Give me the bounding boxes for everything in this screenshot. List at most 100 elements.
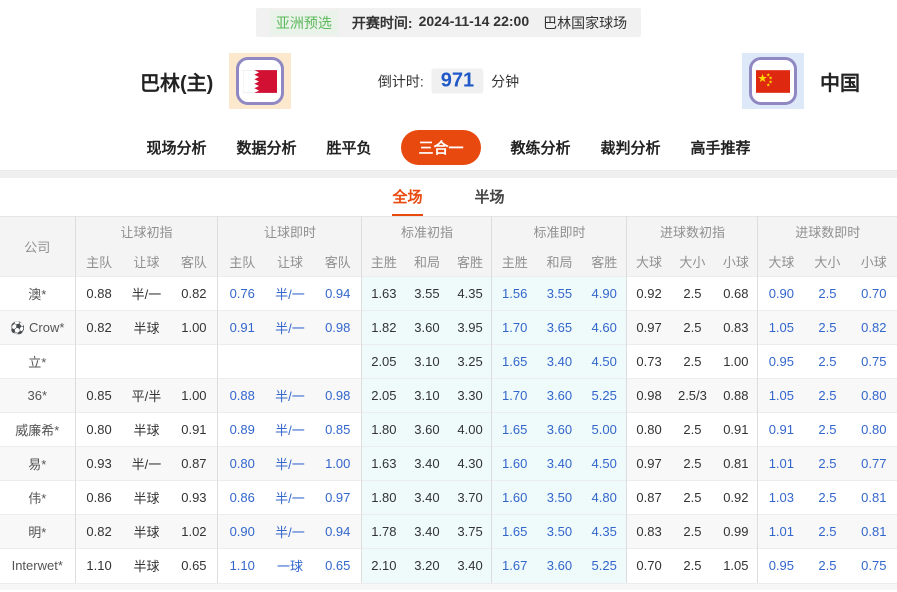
nav-tab-referee-analysis[interactable]: 裁判分析 [601,130,661,165]
top-info-strip: 亚洲预选 开赛时间: 2024-11-14 22:00 巴林国家球场 [0,0,897,37]
odds-cell: 3.40 [405,480,449,515]
sub-header-2-1: 主队 [217,246,266,277]
table-row: ⚽ Crow* 0.82 半球 1.00 0.91 半/一 0.98 1.82 3.60 3.95 1… [0,310,897,345]
away-team-name: 中国 [820,72,860,95]
kickoff-label: 开赛时间: [351,14,413,31]
odds-cell: 1.00 [170,378,218,413]
odds-cell: 4.30 [448,446,492,481]
nav-tab-coach-analysis[interactable]: 教练分析 [511,130,571,165]
odds-cell: 半球 [122,310,171,345]
odds-cell: 1.80 [361,412,406,447]
odds-cell: 0.98 [626,378,671,413]
odds-cell: 0.82 [170,276,218,311]
odds-cell: 0.91 [757,412,805,447]
odds-cell: 5.25 [581,548,627,583]
odds-cell: 0.97 [313,480,362,515]
odds-cell: 0.73 [626,344,671,379]
company-name: 澳* [0,276,75,311]
nav-tab-data-analysis[interactable]: 数据分析 [236,130,296,165]
odds-table-body: 澳* 0.88 半/一 0.82 0.76 半/一 0.94 1.63 3.55 4.35 1.56… [0,276,897,583]
odds-cell: 4.35 [581,514,627,549]
odds-cell: 4.50 [581,344,627,379]
odds-cell: 0.80 [850,412,897,447]
odds-cell: 0.82 [74,310,123,345]
home-flag-tile [229,53,292,109]
odds-cell: 0.85 [74,378,123,413]
odds-cell: 0.70 [850,276,897,311]
nav-tabs: 现场分析 数据分析 胜平负 三合一 教练分析 裁判分析 高手推荐 [0,125,897,171]
odds-cell: 3.40 [536,446,582,481]
company-name: 威廉希* [0,412,75,447]
odds-cell [265,344,314,379]
odds-cell: 0.65 [170,548,218,583]
odds-cell: 1.80 [361,480,406,515]
sub-header-3-2: 和局 [405,246,449,277]
odds-cell: 1.10 [74,548,123,583]
odds-cell: 0.70 [626,548,671,583]
odds-cell: 2.5 [804,514,851,549]
sub-header-2-3: 客队 [313,246,362,277]
nav-tab-live-analysis[interactable]: 现场分析 [146,130,206,165]
odds-cell: 1.63 [361,446,406,481]
odds-cell: 2.05 [361,344,406,379]
odds-cell: 5.00 [581,412,627,447]
table-row: 威廉希* 0.80 半球 0.91 0.89 半/一 0.85 1.80 3.60 4.00 1.6… [0,412,897,447]
odds-cell: 1.05 [714,548,758,583]
odds-cell: 1.56 [491,276,537,311]
table-row: 澳* 0.88 半/一 0.82 0.76 半/一 0.94 1.63 3.55 4.35 1.56… [0,276,897,311]
odds-cell: 0.82 [850,310,897,345]
odds-cell: 3.65 [536,310,582,345]
odds-cell: 0.86 [217,480,266,515]
company-name: ⚽ Crow* [0,310,75,345]
odds-cell: 半球 [122,514,171,549]
odds-cell: 0.92 [714,480,758,515]
odds-cell: 4.35 [448,276,492,311]
odds-cell: 0.97 [626,310,671,345]
odds-cell [74,344,123,379]
countdown: 倒计时: 971 分钟 [378,68,520,94]
sub-header-5-3: 小球 [714,246,758,277]
odds-cell: 0.95 [757,344,805,379]
nav-tab-three-in-one[interactable]: 三合一 [401,130,481,165]
odds-cell: 0.83 [626,514,671,549]
odds-cell [170,344,218,379]
sub-header-1-1: 主队 [74,246,123,277]
odds-cell: 2.10 [361,548,406,583]
odds-cell [217,344,266,379]
nav-tab-expert-picks[interactable]: 高手推荐 [691,130,751,165]
odds-cell: 1.78 [361,514,406,549]
odds-cell: 1.60 [491,446,537,481]
odds-cell: 0.81 [714,446,758,481]
sub-header-4-3: 客胜 [581,246,627,277]
odds-cell: 4.90 [581,276,627,311]
countdown-unit: 分钟 [491,73,520,89]
odds-cell: 半/一 [265,446,314,481]
odds-cell: 半/一 [122,276,171,311]
odds-cell: 2.5 [804,412,851,447]
odds-cell: 2.5 [804,310,851,345]
odds-cell: 2.5 [804,480,851,515]
kickoff-time: 开赛时间: 2024-11-14 22:00 [352,13,529,33]
away-team: ★ ★ ★ ★ ★ 中国 [742,53,860,109]
group-header-1: 让球初指 [74,216,218,247]
odds-cell: 半/一 [265,480,314,515]
company-name: 伟* [0,480,75,515]
sub-header-5-2: 大小 [670,246,715,277]
group-header-2: 让球即时 [217,216,362,247]
soccer-ball-icon: ⚽ [10,321,26,335]
odds-cell: 2.5 [670,344,715,379]
odds-cell: 0.80 [217,446,266,481]
odds-cell: 1.01 [757,514,805,549]
company-name: 易* [0,446,75,481]
league-badge: 亚洲预选 [269,10,338,35]
subtab-full-match[interactable]: 全场 [392,186,423,216]
odds-cell: 2.5 [804,446,851,481]
odds-cell: 3.40 [405,514,449,549]
sub-header-2-2: 让球 [265,246,314,277]
odds-cell: 1.01 [757,446,805,481]
home-team-name: 巴林(主) [140,72,214,95]
company-name: Interwet* [0,548,75,583]
subtab-half-match[interactable]: 半场 [475,186,505,216]
odds-cell: 0.94 [313,276,362,311]
nav-tab-win-draw-lose[interactable]: 胜平负 [326,130,371,165]
